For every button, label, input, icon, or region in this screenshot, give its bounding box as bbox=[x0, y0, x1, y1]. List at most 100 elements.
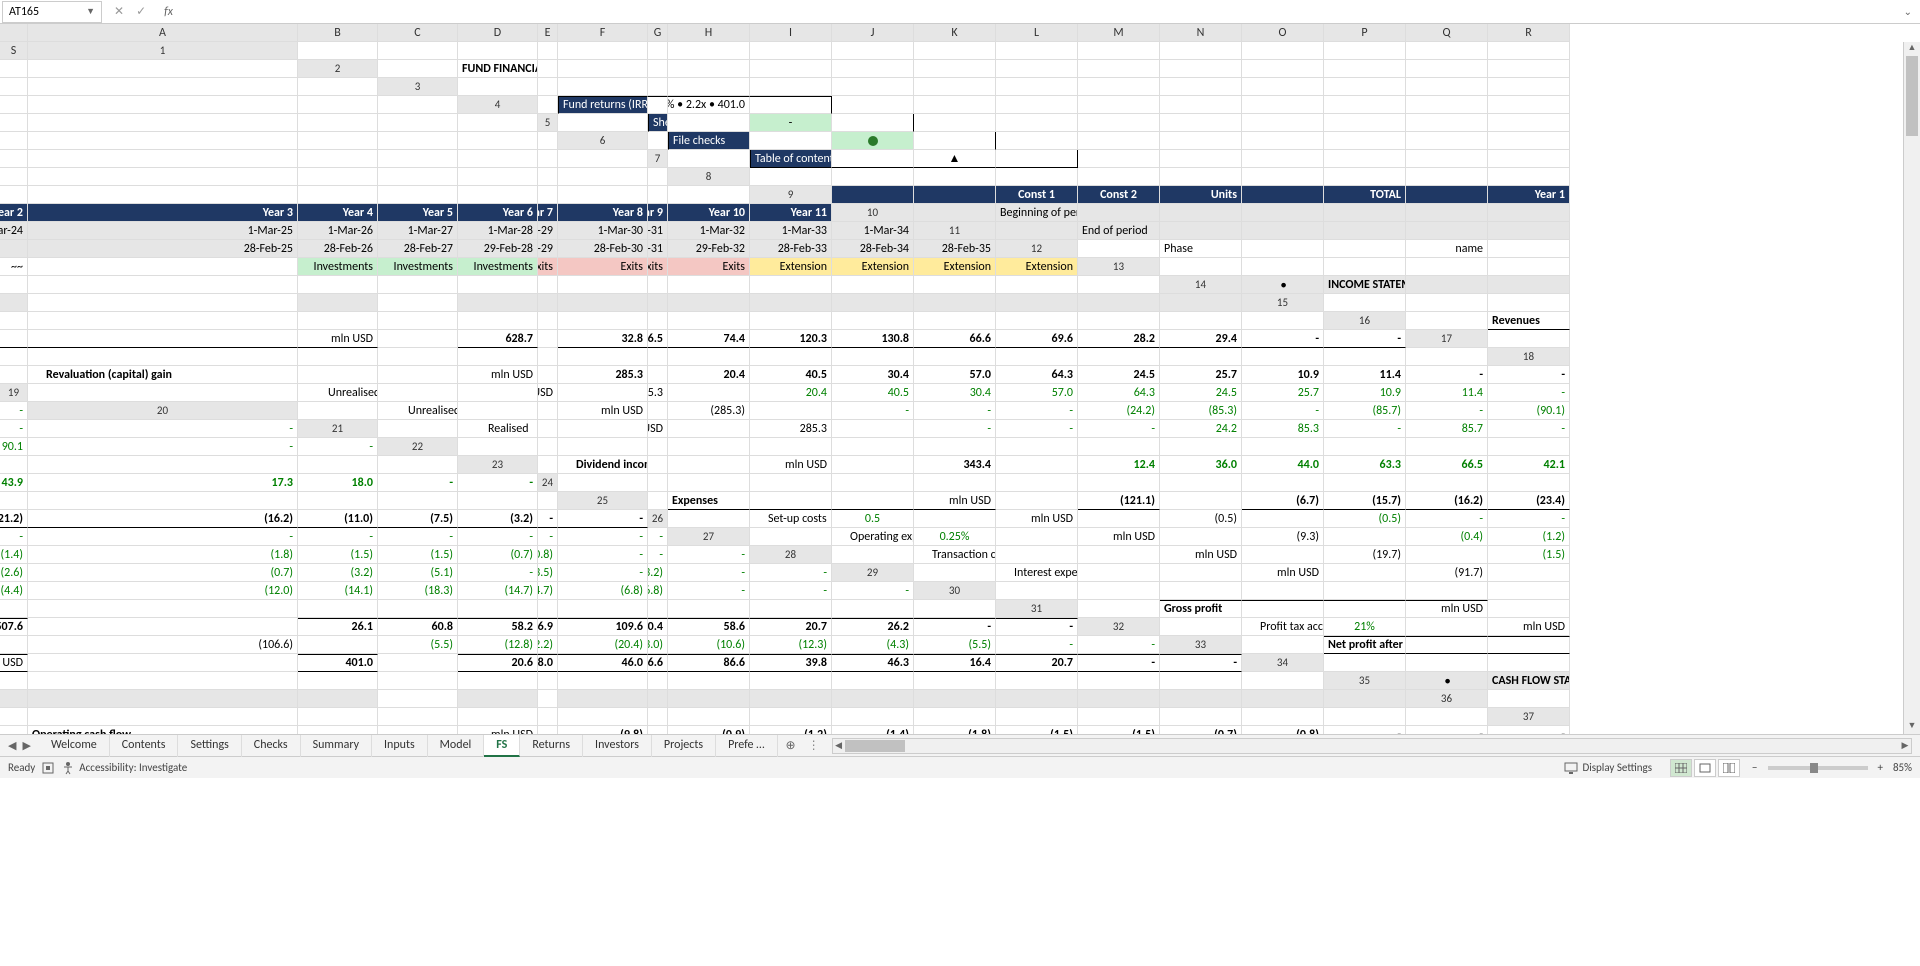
row-head-27[interactable]: 27 bbox=[668, 528, 750, 546]
row-head-14[interactable]: 14 bbox=[1160, 276, 1242, 294]
row-head-24[interactable]: 24 bbox=[538, 474, 558, 492]
sheet-tab-prefe-[interactable]: Prefe … bbox=[716, 735, 777, 757]
row-head-28[interactable]: 28 bbox=[750, 546, 832, 564]
zoom-slider-knob[interactable] bbox=[1810, 763, 1818, 773]
view-page-break-icon[interactable] bbox=[1718, 759, 1740, 777]
col-head-J[interactable]: J bbox=[832, 24, 914, 42]
col-head-S[interactable]: S bbox=[0, 42, 28, 60]
confirm-icon[interactable]: ✓ bbox=[136, 4, 146, 19]
col-head-L[interactable]: L bbox=[996, 24, 1078, 42]
sheet-tab-checks[interactable]: Checks bbox=[242, 735, 301, 757]
row-head-22[interactable]: 22 bbox=[378, 438, 458, 456]
col-head-G[interactable]: G bbox=[648, 24, 668, 42]
sheet-tab-welcome[interactable]: Welcome bbox=[39, 735, 110, 757]
row-head-20[interactable]: 20 bbox=[28, 402, 298, 420]
row-head-19[interactable]: 19 bbox=[0, 384, 28, 402]
sheet-tab-investors[interactable]: Investors bbox=[583, 735, 652, 757]
scroll-right-icon[interactable]: ▶ bbox=[1899, 739, 1911, 753]
col-head-Q[interactable]: Q bbox=[1406, 24, 1488, 42]
col-head-O[interactable]: O bbox=[1242, 24, 1324, 42]
row-head-9[interactable]: 9 bbox=[750, 186, 832, 204]
row-head-2[interactable]: 2 bbox=[298, 60, 378, 78]
accessibility-text[interactable]: Accessibility: Investigate bbox=[79, 761, 187, 774]
sheet-tab-settings[interactable]: Settings bbox=[178, 735, 241, 757]
row-head-17[interactable]: 17 bbox=[1406, 330, 1488, 348]
zoom-out-icon[interactable]: − bbox=[1748, 761, 1761, 774]
fx-icon[interactable]: fx bbox=[158, 5, 179, 19]
sheet-tab-model[interactable]: Model bbox=[428, 735, 485, 757]
row-head-18[interactable]: 18 bbox=[1488, 348, 1570, 366]
macro-record-icon[interactable] bbox=[41, 761, 55, 775]
col-head-M[interactable]: M bbox=[1078, 24, 1160, 42]
vertical-scrollbar[interactable]: ▲ ▼ bbox=[1903, 42, 1920, 734]
col-head-D[interactable]: D bbox=[458, 24, 538, 42]
row-head-32[interactable]: 32 bbox=[1078, 618, 1160, 636]
col-head-B[interactable]: B bbox=[298, 24, 378, 42]
row-head-6[interactable]: 6 bbox=[558, 132, 648, 150]
col-head-E[interactable]: E bbox=[538, 24, 558, 42]
cancel-icon[interactable]: ✕ bbox=[114, 4, 124, 19]
row-head-35[interactable]: 35 bbox=[1324, 672, 1406, 690]
tab-nav-prev-icon[interactable]: ◀ bbox=[8, 739, 16, 752]
row-head-29[interactable]: 29 bbox=[832, 564, 914, 582]
row-head-3[interactable]: 3 bbox=[378, 78, 458, 96]
dividend-total: 343.4 bbox=[914, 456, 996, 474]
row-head-8[interactable]: 8 bbox=[668, 168, 750, 186]
row-head-36[interactable]: 36 bbox=[1406, 690, 1488, 708]
sheet-tab-summary[interactable]: Summary bbox=[301, 735, 372, 757]
row-head-4[interactable]: 4 bbox=[458, 96, 538, 114]
col-head-A[interactable]: A bbox=[28, 24, 298, 42]
row-head-21[interactable]: 21 bbox=[298, 420, 378, 438]
scroll-up-icon[interactable]: ▲ bbox=[1904, 42, 1920, 56]
zoom-in-icon[interactable]: + bbox=[1874, 761, 1887, 774]
row-head-33[interactable]: 33 bbox=[1160, 636, 1242, 654]
col-head-K[interactable]: K bbox=[914, 24, 996, 42]
vertical-scroll-thumb[interactable] bbox=[1906, 56, 1918, 136]
horizontal-scrollbar[interactable]: ◀ ▶ bbox=[832, 738, 1912, 754]
display-settings-text[interactable]: Display Settings bbox=[1582, 761, 1652, 774]
row-head-25[interactable]: 25 bbox=[558, 492, 648, 510]
row-head-15[interactable]: 15 bbox=[1242, 294, 1324, 312]
row-head-10[interactable]: 10 bbox=[832, 204, 914, 222]
sheet-tab-inputs[interactable]: Inputs bbox=[372, 735, 428, 757]
col-head-N[interactable]: N bbox=[1160, 24, 1242, 42]
horizontal-scroll-thumb[interactable] bbox=[845, 740, 905, 752]
row-head-16[interactable]: 16 bbox=[1324, 312, 1406, 330]
row-head-23[interactable]: 23 bbox=[458, 456, 538, 474]
col-head-F[interactable]: F bbox=[558, 24, 648, 42]
row-head-11[interactable]: 11 bbox=[914, 222, 996, 240]
row-head-12[interactable]: 12 bbox=[996, 240, 1078, 258]
select-all-corner[interactable] bbox=[0, 24, 28, 42]
zoom-slider[interactable] bbox=[1768, 766, 1868, 770]
sheet-tab-projects[interactable]: Projects bbox=[652, 735, 716, 757]
col-head-H[interactable]: H bbox=[668, 24, 750, 42]
row-head-13[interactable]: 13 bbox=[1078, 258, 1160, 276]
display-settings-icon[interactable] bbox=[1564, 761, 1578, 775]
row-head-1[interactable]: 1 bbox=[28, 42, 298, 60]
row-head-30[interactable]: 30 bbox=[914, 582, 996, 600]
sheet-tab-contents[interactable]: Contents bbox=[110, 735, 179, 757]
accessibility-icon[interactable] bbox=[61, 761, 75, 775]
view-normal-icon[interactable] bbox=[1670, 759, 1692, 777]
col-head-R[interactable]: R bbox=[1488, 24, 1570, 42]
name-box[interactable]: AT165 ▼ bbox=[2, 1, 102, 23]
zoom-value[interactable]: 85% bbox=[1893, 761, 1912, 774]
sheet-tab-fs[interactable]: FS bbox=[484, 735, 520, 757]
row-head-5[interactable]: 5 bbox=[538, 114, 558, 132]
scroll-left-icon[interactable]: ◀ bbox=[833, 739, 845, 753]
scroll-down-icon[interactable]: ▼ bbox=[1904, 720, 1920, 734]
row-head-37[interactable]: 37 bbox=[1488, 708, 1570, 726]
sheet-tab-returns[interactable]: Returns bbox=[520, 735, 583, 757]
row-head-7[interactable]: 7 bbox=[648, 150, 668, 168]
col-head-P[interactable]: P bbox=[1324, 24, 1406, 42]
row-head-34[interactable]: 34 bbox=[1242, 654, 1324, 672]
col-head-C[interactable]: C bbox=[378, 24, 458, 42]
name-box-dropdown-icon[interactable]: ▼ bbox=[86, 6, 95, 17]
add-sheet-icon[interactable]: ⊕ bbox=[778, 738, 804, 753]
col-head-I[interactable]: I bbox=[750, 24, 832, 42]
view-page-layout-icon[interactable] bbox=[1694, 759, 1716, 777]
tab-nav-next-icon[interactable]: ▶ bbox=[22, 739, 30, 752]
row-head-31[interactable]: 31 bbox=[996, 600, 1078, 618]
formula-bar-expand-icon[interactable]: ⌄ bbox=[1896, 5, 1920, 18]
row-head-26[interactable]: 26 bbox=[648, 510, 668, 528]
